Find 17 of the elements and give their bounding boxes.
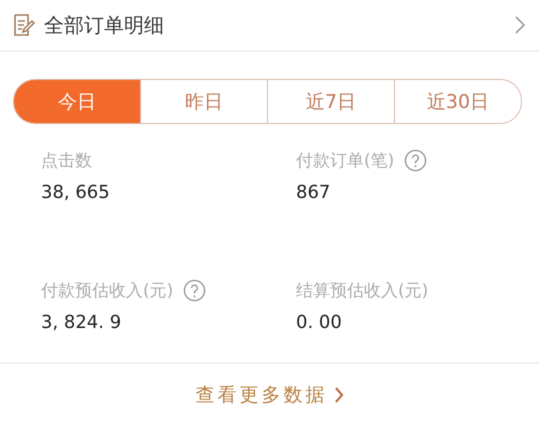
chevron-right-icon	[334, 386, 344, 404]
metric-value: 3, 824. 9	[41, 312, 122, 333]
section-title: 全部订单明细	[44, 12, 165, 38]
date-tab[interactable]: 今日	[14, 80, 140, 123]
chevron-right-icon[interactable]	[515, 16, 525, 34]
help-icon[interactable]	[404, 148, 428, 172]
document-edit-icon	[12, 13, 36, 37]
metric-value: 0. 00	[296, 312, 343, 333]
metric-label: 付款订单(笔)	[296, 150, 394, 172]
view-more-link[interactable]: 查看更多数据	[192, 380, 348, 410]
metric-label: 付款预估收入(元)	[41, 280, 174, 302]
date-tab[interactable]: 近30日	[394, 80, 521, 123]
help-icon[interactable]	[183, 278, 206, 302]
metric-label: 结算预估收入(元)	[296, 280, 428, 302]
metric-label: 点击数	[41, 150, 92, 172]
metric-value: 38, 665	[41, 182, 111, 203]
metric-value: 867	[296, 182, 332, 203]
